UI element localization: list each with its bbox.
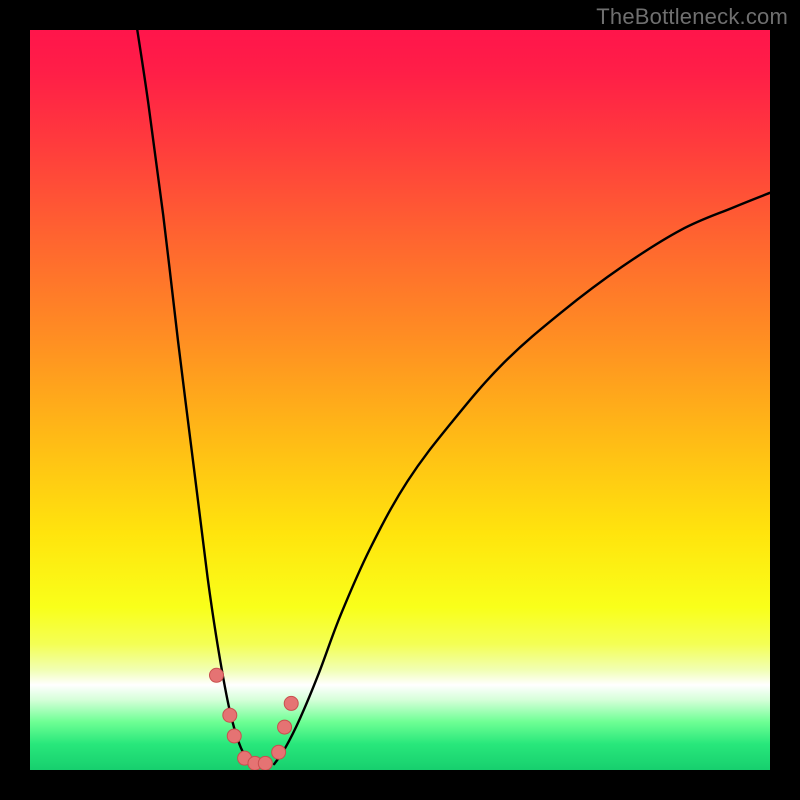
gradient-background xyxy=(30,30,770,770)
marker-dot xyxy=(272,745,286,759)
marker-dot xyxy=(209,668,223,682)
watermark-text: TheBottleneck.com xyxy=(596,4,788,30)
plot-area xyxy=(30,30,770,770)
marker-dot xyxy=(258,756,272,770)
marker-dot xyxy=(223,708,237,722)
marker-dot xyxy=(278,720,292,734)
marker-dot xyxy=(284,696,298,710)
chart-svg xyxy=(30,30,770,770)
chart-frame: TheBottleneck.com xyxy=(0,0,800,800)
marker-dot xyxy=(227,729,241,743)
